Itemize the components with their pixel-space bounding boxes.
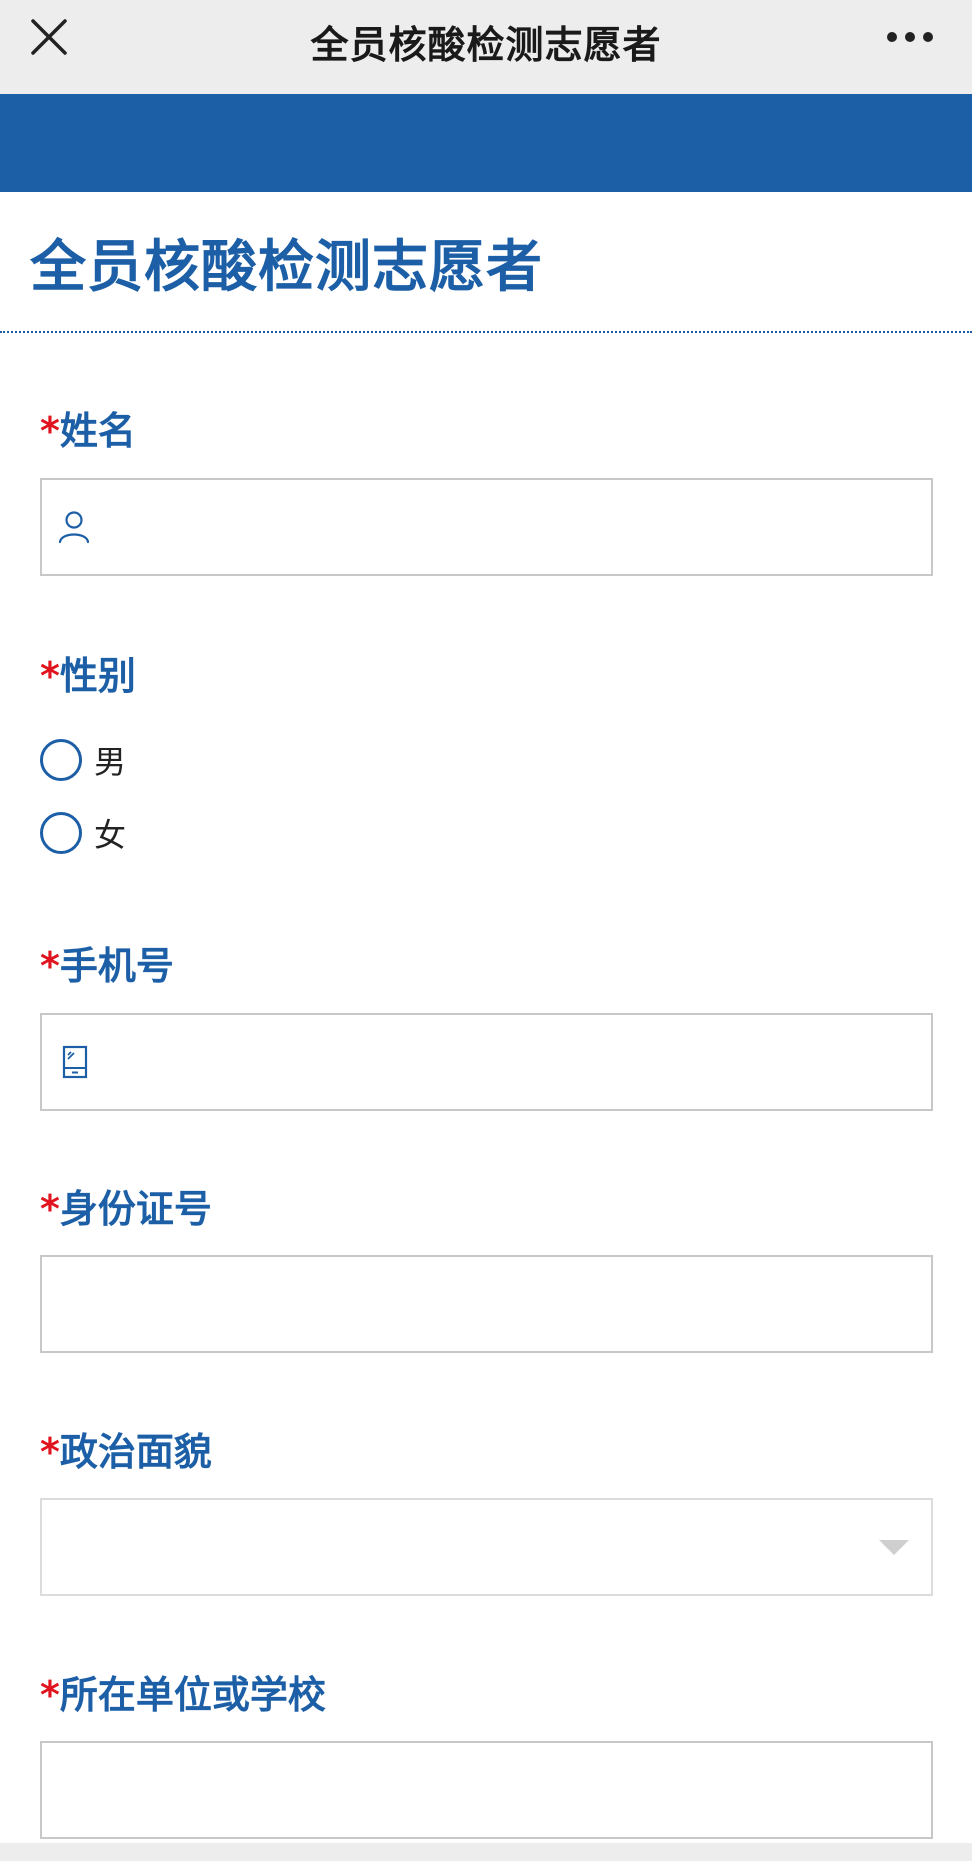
gender-option-female[interactable]: 女 — [40, 811, 126, 855]
bottom-edge — [0, 1843, 972, 1861]
organization-input[interactable] — [40, 1741, 933, 1839]
gender-option-male[interactable]: 男 — [40, 738, 126, 782]
phone-icon — [62, 1045, 88, 1079]
required-mark: * — [40, 1430, 60, 1474]
form-title: 全员核酸检测志愿者 — [30, 235, 543, 300]
top-navigation-bar: 全员核酸检测志愿者 — [0, 0, 972, 94]
required-mark: * — [40, 944, 60, 988]
phone-label: *手机号 — [40, 944, 174, 988]
name-label: *姓名 — [40, 409, 136, 453]
phone-input[interactable] — [40, 1013, 933, 1111]
political-status-select[interactable] — [40, 1498, 933, 1596]
required-mark: * — [40, 654, 60, 698]
id-number-input[interactable] — [40, 1255, 933, 1353]
name-input[interactable] — [40, 478, 933, 576]
id-number-label: *身份证号 — [40, 1187, 212, 1231]
user-icon — [58, 511, 90, 544]
radio-button[interactable] — [40, 739, 82, 781]
more-options-icon[interactable] — [886, 30, 934, 44]
page-title: 全员核酸检测志愿者 — [310, 23, 662, 67]
organization-label: *所在单位或学校 — [40, 1673, 326, 1717]
required-mark: * — [40, 409, 60, 453]
header-banner — [0, 94, 972, 192]
required-mark: * — [40, 1187, 60, 1231]
required-mark: * — [40, 1673, 60, 1717]
political-status-label: *政治面貌 — [40, 1430, 212, 1474]
chevron-down-icon — [879, 1540, 909, 1555]
title-divider — [0, 331, 972, 333]
gender-label: *性别 — [40, 654, 136, 698]
radio-button[interactable] — [40, 812, 82, 854]
